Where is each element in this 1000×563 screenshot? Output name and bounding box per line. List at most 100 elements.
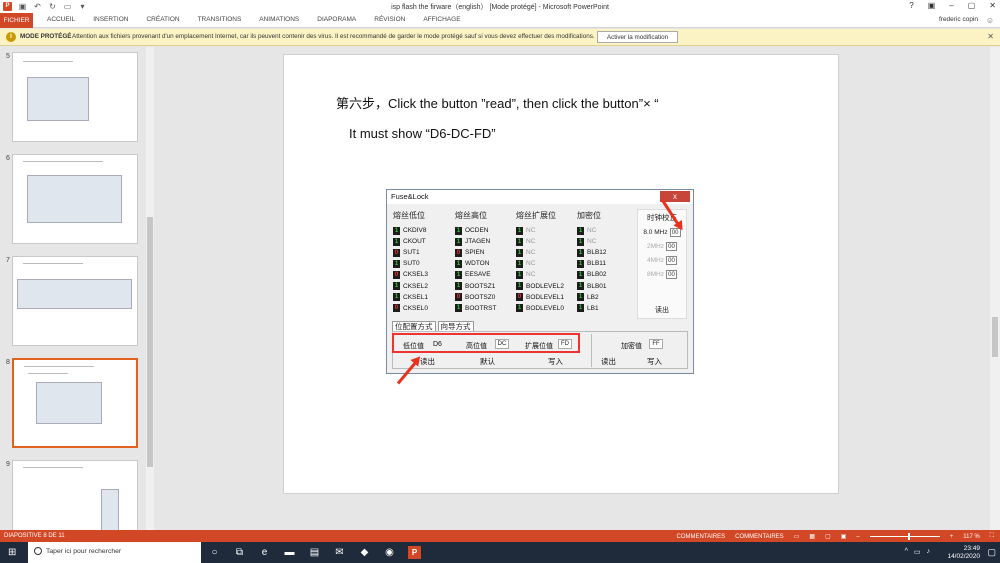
fuse-bit-toggle[interactable]: 0	[393, 270, 400, 279]
app-icon[interactable]: ◆	[358, 546, 371, 559]
zoom-in-icon[interactable]: +	[950, 534, 954, 540]
powerpoint-taskbar-icon[interactable]: P	[408, 546, 421, 559]
chrome-icon[interactable]: ◉	[383, 546, 396, 559]
tab-diaporama[interactable]: DIAPORAMA	[308, 13, 365, 27]
fuse-bit-toggle[interactable]: 0	[516, 293, 523, 302]
lock-read-button[interactable]: 读出	[601, 356, 616, 367]
slide-thumbnail[interactable]	[12, 52, 138, 142]
zoom-level[interactable]: 117 %	[963, 534, 980, 540]
reading-view-icon[interactable]: ▢	[825, 533, 831, 540]
tab-accueil[interactable]: ACCUEIL	[38, 13, 84, 27]
fuse-bit-toggle[interactable]: 1	[393, 237, 400, 246]
calibration-value[interactable]: 00	[665, 256, 677, 265]
fuse-bit-toggle[interactable]: 0	[455, 248, 462, 257]
calibration-value[interactable]: 00	[665, 242, 677, 251]
edge-icon[interactable]: e	[258, 546, 271, 559]
fuse-bit-toggle[interactable]: 1	[455, 259, 462, 268]
fuse-bit-toggle[interactable]: 1	[577, 293, 584, 302]
thumbnail-scrollbar[interactable]	[146, 47, 154, 530]
tab-file[interactable]: FICHIER	[0, 13, 33, 28]
lock-value-label: 加密值	[621, 343, 642, 350]
network-icon[interactable]: ▭	[914, 548, 921, 556]
slide-thumbnail[interactable]	[12, 256, 138, 346]
fuse-bit-toggle[interactable]: 1	[455, 226, 462, 235]
enable-editing-button[interactable]: Activer la modification	[597, 31, 678, 43]
slide-scrollbar[interactable]	[990, 47, 1000, 530]
fuse-bit-toggle[interactable]: 1	[455, 237, 462, 246]
avatar[interactable]: ☺	[986, 16, 994, 25]
fuse-bit-toggle[interactable]: 0	[455, 293, 462, 302]
write-button[interactable]: 写入	[548, 356, 563, 367]
fit-slide-icon[interactable]: ⛶	[990, 533, 994, 540]
fuse-bit-toggle[interactable]: 1	[577, 259, 584, 268]
windows-start-icon[interactable]: ⊞	[8, 547, 19, 558]
close-icon[interactable]: ✕	[987, 32, 994, 41]
store-icon[interactable]: ▤	[308, 546, 321, 559]
tray-chevron-icon[interactable]: ^	[905, 548, 908, 556]
banner-message: Attention aux fichiers provenant d'un em…	[72, 33, 595, 40]
fuse-bit-toggle[interactable]: 1	[577, 270, 584, 279]
tab-wizard[interactable]: 向导方式	[437, 321, 474, 331]
fuse-bit-toggle[interactable]: 1	[455, 304, 462, 313]
calibration-value[interactable]: 00	[665, 270, 677, 279]
fuse-bit-toggle[interactable]: 1	[516, 304, 523, 313]
minimize-icon[interactable]: –	[949, 1, 953, 10]
fuse-bit-toggle[interactable]: 1	[393, 293, 400, 302]
maximize-icon[interactable]: ▢	[968, 1, 976, 10]
fuse-bit-toggle[interactable]: 1	[516, 282, 523, 291]
sorter-view-icon[interactable]: ▦	[809, 533, 815, 540]
user-name[interactable]: frederic copin	[939, 16, 978, 23]
fuse-bit-toggle[interactable]: 1	[577, 248, 584, 257]
tab-creation[interactable]: CRÉATION	[137, 13, 188, 27]
clock-read-button[interactable]: 读出	[638, 305, 686, 315]
tab-revision[interactable]: RÉVISION	[365, 13, 414, 27]
close-icon[interactable]: ✕	[989, 1, 996, 10]
file-explorer-icon[interactable]: ▬	[283, 546, 296, 559]
tab-affichage[interactable]: AFFICHAGE	[414, 13, 469, 27]
notes-button[interactable]: COMMENTAIRES	[677, 534, 726, 540]
zoom-out-icon[interactable]: –	[856, 534, 859, 540]
zoom-slider[interactable]	[869, 533, 940, 540]
task-view-icon[interactable]: ⧉	[233, 546, 246, 559]
cortana-icon[interactable]: ○	[208, 546, 221, 559]
volume-icon[interactable]: ♪	[927, 548, 931, 556]
ribbon-display-icon[interactable]: ▣	[928, 1, 936, 10]
fuse-bit-toggle[interactable]: 0	[393, 304, 400, 313]
tab-insertion[interactable]: INSERTION	[84, 13, 137, 27]
fuse-bit-label: NC	[526, 249, 536, 257]
fuse-bit-toggle[interactable]: 1	[516, 259, 523, 268]
slide-thumbnail[interactable]	[12, 154, 138, 244]
lock-write-button[interactable]: 写入	[647, 356, 662, 367]
fuse-bit-toggle[interactable]: 1	[393, 282, 400, 291]
fuse-bit-toggle[interactable]: 1	[577, 304, 584, 313]
fuse-bit-toggle[interactable]: 1	[393, 259, 400, 268]
tab-transitions[interactable]: TRANSITIONS	[189, 13, 251, 27]
help-icon[interactable]: ?	[909, 1, 913, 10]
mail-icon[interactable]: ✉	[333, 546, 346, 559]
fuse-bit-toggle[interactable]: 1	[577, 226, 584, 235]
column-header: 加密位	[577, 211, 601, 220]
normal-view-icon[interactable]: ▭	[794, 533, 800, 540]
tab-animations[interactable]: ANIMATIONS	[250, 13, 308, 27]
fuse-bit-row: 1 JTAGEN	[455, 236, 496, 247]
fuse-bit-toggle[interactable]: 1	[455, 282, 462, 291]
fuse-bit-toggle[interactable]: 1	[455, 270, 462, 279]
fuse-bit-toggle[interactable]: 0	[393, 248, 400, 257]
fuse-bit-toggle[interactable]: 1	[516, 226, 523, 235]
fuse-bit-toggle[interactable]: 1	[516, 237, 523, 246]
slideshow-view-icon[interactable]: ▣	[841, 533, 847, 540]
lock-value[interactable]: FF	[649, 339, 663, 349]
clock[interactable]: 23:49 14/02/2020	[947, 545, 980, 561]
info-icon: i	[6, 32, 16, 42]
fuse-bit-toggle[interactable]: 1	[393, 226, 400, 235]
fuse-bit-toggle[interactable]: 1	[516, 248, 523, 257]
tab-bit-config[interactable]: 位配置方式	[392, 321, 436, 331]
fuse-bit-toggle[interactable]: 1	[516, 270, 523, 279]
fuse-bit-toggle[interactable]: 1	[577, 282, 584, 291]
search-box[interactable]: Taper ici pour rechercher	[28, 542, 201, 563]
comments-button[interactable]: COMMENTAIRES	[735, 534, 784, 540]
fuse-bit-toggle[interactable]: 1	[577, 237, 584, 246]
default-button[interactable]: 默认	[480, 356, 495, 367]
notifications-icon[interactable]: ▢	[987, 547, 996, 558]
slide-thumbnail-active[interactable]	[12, 358, 138, 448]
